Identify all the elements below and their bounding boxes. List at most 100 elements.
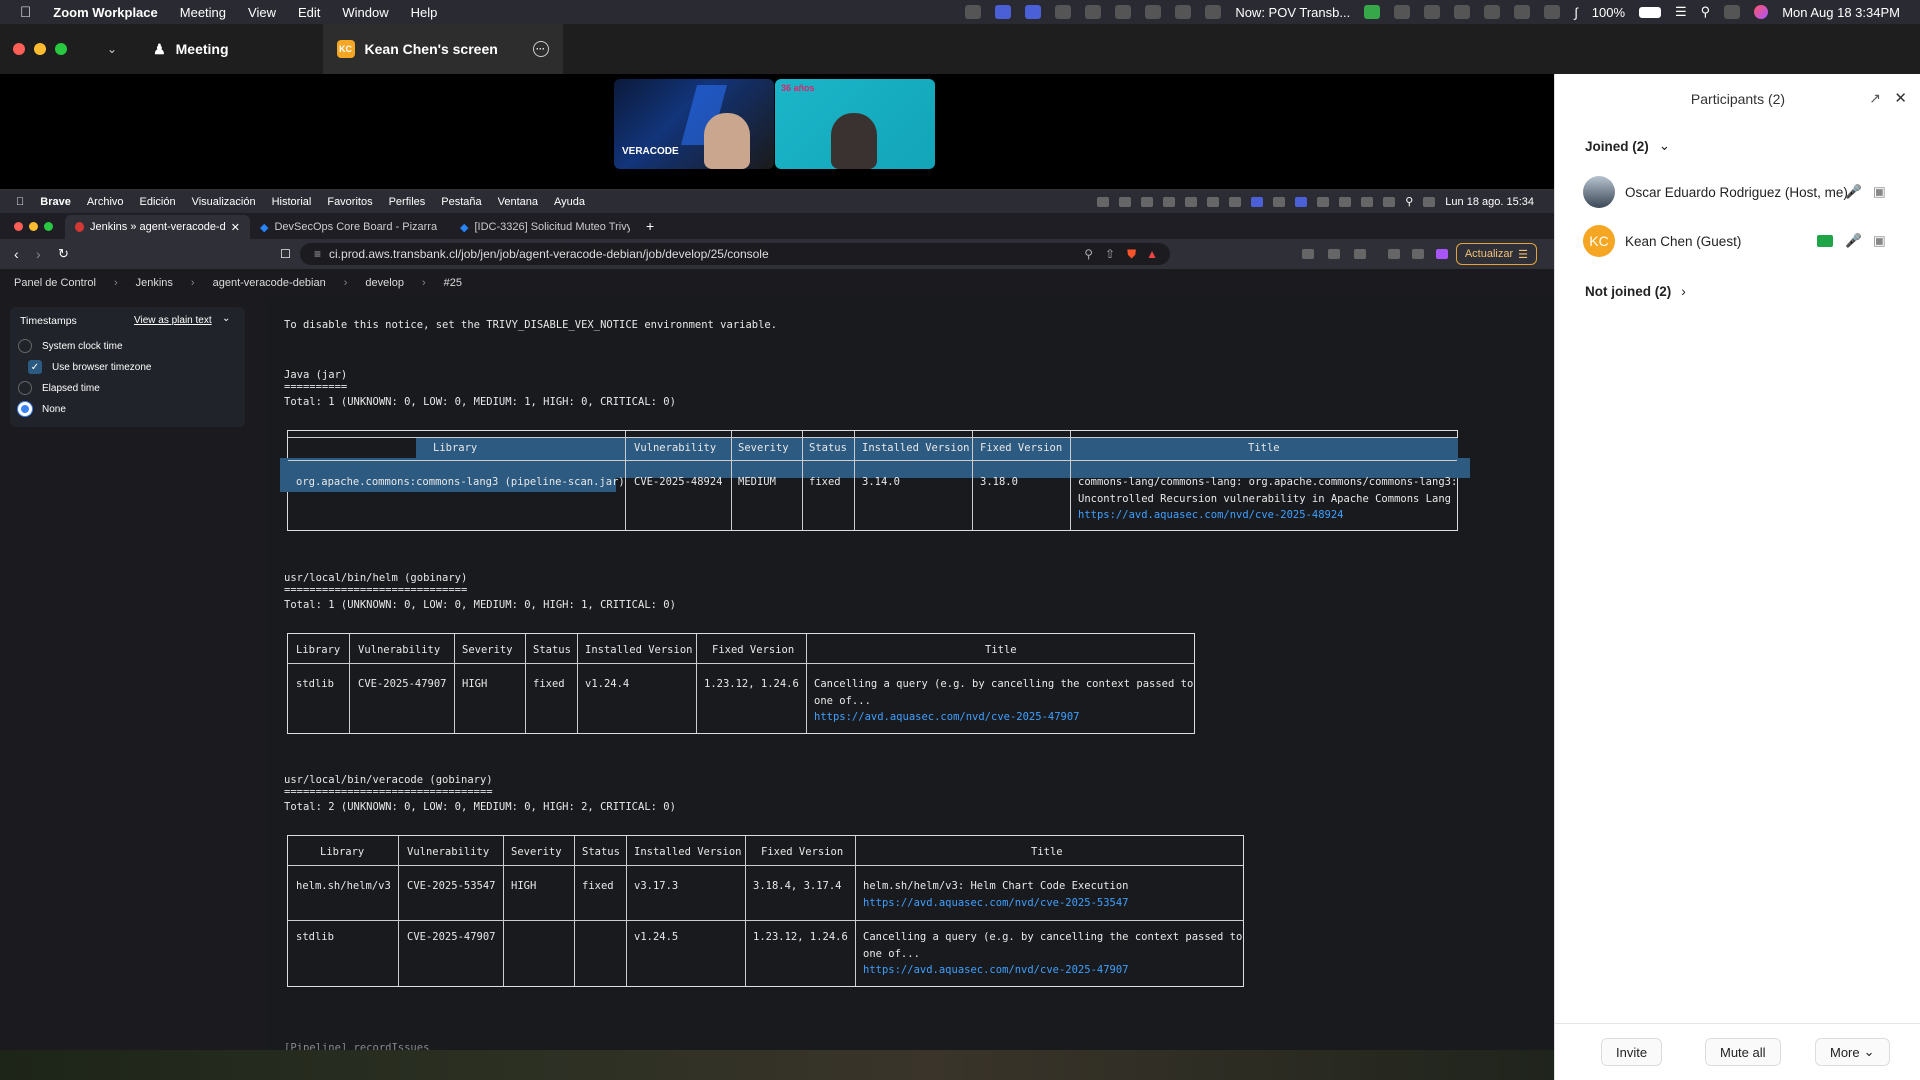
close-icon[interactable]: ✕ (1894, 89, 1907, 107)
wifi-icon[interactable]: ☰ (1675, 4, 1687, 20)
window-icon (1295, 196, 1308, 207)
menu-help[interactable]: Help (411, 5, 438, 20)
forward-icon: › (36, 246, 41, 262)
more-button[interactable]: More ⌄ (1815, 1038, 1890, 1066)
pop-out-icon[interactable]: ↗ (1869, 90, 1881, 107)
menu-window[interactable]: Window (342, 5, 388, 20)
bird-icon[interactable] (1175, 5, 1192, 19)
url-text: ci.prod.aws.transbank.cl/job/jen/job/age… (329, 247, 769, 261)
cloud-icon[interactable] (1055, 5, 1072, 19)
play-icon[interactable] (1514, 5, 1531, 19)
mute-all-button[interactable]: Mute all (1705, 1038, 1781, 1066)
cell-severity: HIGH (462, 678, 488, 690)
option-label: Use browser timezone (52, 361, 152, 373)
siri-icon[interactable] (1754, 5, 1769, 19)
app-status-icon[interactable] (1364, 5, 1381, 19)
sidebar-icon (1388, 249, 1400, 259)
cell-installed: v3.17.3 (634, 880, 679, 892)
brave-menu-archivo: Archivo (78, 195, 124, 208)
participant-name: Oscar Eduardo Rodriguez (Host, me) (1625, 184, 1848, 200)
cell-title: one of... (863, 948, 920, 960)
veracode-logo: VERACODE (622, 146, 679, 157)
wallet-icon (1436, 249, 1448, 259)
video-tile-kean[interactable]: 36 años (775, 79, 935, 169)
now-playing[interactable]: Now: POV Transb... (1235, 5, 1350, 20)
vpn-icon[interactable] (1394, 5, 1411, 19)
bookmark-icon: ☐ (280, 247, 291, 261)
cell-severity: MEDIUM (738, 476, 776, 488)
breadcrumb-item: Panel de Control (14, 277, 96, 289)
option-label: None (42, 403, 66, 415)
invite-button[interactable]: Invite (1601, 1038, 1663, 1066)
cell-vulnerability: CVE-2025-48924 (634, 476, 723, 488)
control-center-icon[interactable] (1724, 5, 1741, 19)
option-none: None (18, 402, 66, 416)
header-status: Status (533, 644, 571, 656)
bluetooth-icon[interactable]: ∫ (1574, 5, 1578, 20)
microphone-icon[interactable]: 🎤 (1845, 184, 1862, 200)
menu-icon[interactable] (1484, 5, 1501, 19)
header-installed: Installed Version (862, 442, 970, 454)
header-library: Library (433, 442, 478, 454)
extension-icon[interactable] (1205, 5, 1222, 19)
window-icon[interactable] (1454, 5, 1471, 19)
status-icon (1383, 196, 1396, 207)
not-joined-section-toggle[interactable]: Not joined (2) › (1585, 284, 1686, 299)
section-total: Total: 1 (UNKNOWN: 0, LOW: 0, MEDIUM: 1,… (284, 396, 676, 408)
zoom-window: ⌄ ♟ Meeting KC Kean Chen's screen ··· VE… (0, 24, 1920, 1080)
more-options-icon[interactable]: ··· (532, 41, 549, 57)
brave-app-menu: Brave (32, 195, 71, 208)
menubar-clock[interactable]: Mon Aug 18 3:34PM (1782, 5, 1900, 20)
battery-icon[interactable] (1639, 6, 1661, 18)
chevron-down-icon[interactable]: ⌄ (107, 42, 117, 56)
apple-icon:  (16, 196, 24, 208)
zoom-status-icon[interactable] (1025, 5, 1042, 19)
menu-view[interactable]: View (248, 5, 276, 20)
participant-row-kean[interactable]: KC Kean Chen (Guest) 🎤 ▣ (1583, 225, 1886, 257)
minimize-window-button[interactable] (34, 43, 46, 55)
section-total: Total: 1 (UNKNOWN: 0, LOW: 0, MEDIUM: 0,… (284, 599, 676, 611)
rewards-icon: ▲ (1146, 247, 1158, 261)
vuln-table-veracode: Library Vulnerability Severity Status In… (287, 835, 1244, 987)
airdrop-icon[interactable] (1544, 5, 1561, 19)
sync-icon[interactable] (1085, 5, 1102, 19)
g-icon[interactable] (1115, 5, 1132, 19)
section-name: usr/local/bin/helm (gobinary) (284, 572, 468, 584)
leo-icon (1412, 249, 1424, 259)
cell-installed: v1.24.5 (634, 931, 679, 943)
menu-edit[interactable]: Edit (298, 5, 320, 20)
microphone-icon[interactable]: 🎤 (1845, 233, 1862, 249)
apple-icon[interactable]:  (20, 4, 31, 21)
not-joined-label: Not joined (2) (1585, 284, 1672, 299)
cell-library: stdlib (296, 678, 334, 690)
section-underline: ========== (284, 381, 348, 393)
header-title: Title (1248, 442, 1280, 454)
grid-icon[interactable] (965, 5, 982, 19)
header-vulnerability: Vulnerability (358, 644, 441, 656)
dropbox-icon[interactable] (1145, 5, 1162, 19)
video-tile-oscar[interactable]: VERACODE (614, 79, 774, 169)
participant-video (704, 113, 750, 169)
jira-icon: ◆ (460, 221, 469, 234)
status-icon (1163, 196, 1176, 207)
link-icon[interactable] (1424, 5, 1441, 19)
more-label: More (1830, 1044, 1860, 1060)
video-icon[interactable]: ▣ (1873, 184, 1886, 200)
cell-library: org.apache.commons:commons-lang3 (pipeli… (296, 476, 625, 488)
tab-meeting[interactable]: ♟ Meeting (139, 24, 242, 74)
brave-menu-edicion: Edición (131, 195, 176, 208)
option-system-clock: System clock time (18, 339, 123, 353)
menu-meeting[interactable]: Meeting (180, 5, 226, 20)
participant-row-oscar[interactable]: Oscar Eduardo Rodriguez (Host, me) 🎤 ▣ (1583, 176, 1886, 208)
joined-section-toggle[interactable]: Joined (2) ⌄ (1585, 138, 1670, 154)
zoom-window-button[interactable] (55, 43, 67, 55)
cve-link: https://avd.aquasec.com/nvd/cve-2025-479… (863, 964, 1129, 976)
share-icon: ⇧ (1105, 247, 1116, 261)
close-window-button[interactable] (13, 43, 25, 55)
screen-share-icon[interactable] (995, 5, 1012, 19)
video-icon[interactable]: ▣ (1873, 233, 1886, 249)
search-icon[interactable]: ⚲ (1701, 4, 1711, 20)
app-menu-zoom[interactable]: Zoom Workplace (53, 5, 158, 20)
cell-fixed: 3.18.0 (980, 476, 1018, 488)
tab-shared-screen[interactable]: KC Kean Chen's screen ··· (322, 24, 563, 74)
